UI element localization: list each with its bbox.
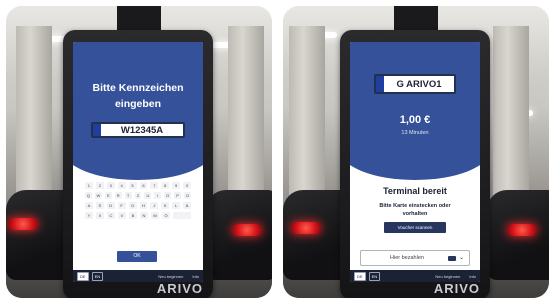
backspace-key[interactable] (173, 212, 191, 219)
parking-kiosk: Bitte Kennzeichen eingeben W12345A 12345… (63, 30, 213, 298)
keyboard-key[interactable]: Ü (184, 192, 191, 199)
keyboard-key[interactable]: G (128, 202, 137, 209)
plate-text: G ARIVO1 (396, 78, 442, 90)
screen-wave (350, 150, 480, 180)
keyboard-key[interactable]: V (118, 212, 126, 219)
keyboard-key[interactable]: L (172, 202, 181, 209)
kiosk-brand-logo: ARIVO (156, 281, 203, 296)
screen-wave (73, 150, 203, 180)
keyboard-key[interactable]: Q (85, 192, 92, 199)
keyboard-key[interactable]: X (96, 212, 104, 219)
keyboard-key[interactable]: M (151, 212, 159, 219)
eu-band-icon (376, 76, 384, 92)
instruction-line-2: vorhalten (402, 211, 428, 217)
keyboard-key[interactable]: F (117, 202, 126, 209)
keyboard-key[interactable]: N (140, 212, 148, 219)
lang-de-button[interactable]: DE (354, 271, 366, 281)
keyboard-key[interactable]: T (124, 192, 132, 199)
kiosk-screen: Bitte Kennzeichen eingeben W12345A 12345… (73, 42, 203, 282)
keyboard-key[interactable]: B (129, 212, 137, 219)
keyboard-key[interactable]: I (154, 192, 162, 199)
keyboard-key[interactable]: 7 (150, 182, 159, 189)
plate-text: W12345A (120, 124, 164, 136)
keyboard-key[interactable]: C (107, 212, 115, 219)
car-taillight (8, 218, 38, 230)
lang-en-button[interactable]: EN (91, 271, 104, 281)
keyboard-key[interactable]: 0 (183, 182, 192, 189)
keyboard-key[interactable]: 1 (84, 182, 93, 189)
scan-voucher-button[interactable]: Voucher scannen (384, 222, 446, 233)
keyboard-key[interactable]: Ö (162, 212, 170, 219)
pay-here-field[interactable]: Hier bezahlen ⌄ (360, 250, 470, 266)
eu-band-icon (93, 124, 101, 136)
info-link[interactable]: Info (192, 274, 199, 279)
keyboard-key[interactable]: Z (134, 192, 142, 199)
kiosk-brand-logo: ARIVO (433, 281, 480, 296)
parking-price: 1,00 € (399, 114, 431, 126)
restart-link[interactable]: Neu beginnen (435, 274, 460, 279)
terminal-status: Terminal bereit (383, 186, 447, 196)
restart-link[interactable]: Neu beginnen (158, 274, 183, 279)
car-taillight (291, 222, 321, 234)
lang-en-button[interactable]: EN (368, 271, 381, 281)
keyboard-key[interactable]: Ä (183, 202, 192, 209)
keyboard-key[interactable]: O (164, 192, 172, 199)
keyboard-key[interactable]: H (139, 202, 148, 209)
car-taillight (507, 224, 537, 236)
keyboard-row: ASDFGHJKLÄ (84, 202, 192, 209)
keyboard-key[interactable]: K (161, 202, 170, 209)
keyboard-key[interactable]: R (114, 192, 122, 199)
screen-header-bg (350, 42, 480, 160)
keyboard-key[interactable]: U (144, 192, 152, 199)
keyboard-key[interactable]: 4 (117, 182, 126, 189)
car-taillight (232, 224, 262, 236)
keyboard-key[interactable]: 5 (128, 182, 137, 189)
right-kiosk-photo: G ARIVO1 1,00 € 13 Minuten Terminal bere… (283, 6, 549, 298)
keyboard-key[interactable]: J (150, 202, 159, 209)
lang-de-button[interactable]: DE (77, 271, 89, 281)
license-plate-input[interactable]: W12345A (91, 122, 185, 138)
screen-title: Bitte Kennzeichen eingeben (73, 80, 203, 112)
card-icon (447, 255, 456, 261)
parking-kiosk: G ARIVO1 1,00 € 13 Minuten Terminal bere… (340, 30, 490, 298)
left-kiosk-photo: Bitte Kennzeichen eingeben W12345A 12345… (6, 6, 272, 298)
keyboard-key[interactable]: A (84, 202, 93, 209)
pay-label: Hier bezahlen (390, 255, 424, 261)
license-plate-display: G ARIVO1 (374, 74, 456, 94)
info-link[interactable]: Info (469, 274, 476, 279)
keyboard-row: YXCVBNMÖ (85, 212, 191, 219)
kiosk-screen: G ARIVO1 1,00 € 13 Minuten Terminal bere… (350, 42, 480, 282)
keyboard-key[interactable]: Y (85, 212, 93, 219)
chevron-down-icon: ⌄ (458, 255, 464, 261)
title-line-2: eingeben (114, 98, 162, 110)
parking-duration: 13 Minuten (401, 130, 429, 136)
keyboard-key[interactable]: W (94, 192, 102, 199)
keyboard-key[interactable]: 9 (172, 182, 181, 189)
ok-button[interactable]: OK (117, 251, 157, 262)
title-line-1: Bitte Kennzeichen (92, 82, 184, 94)
instruction-line-1: Bitte Karte einstecken oder (379, 203, 451, 209)
keyboard-key[interactable]: 6 (139, 182, 148, 189)
on-screen-keyboard: 1234567890 QWERTZUIOPÜ ASDFGHJKLÄ YXCVBN… (84, 182, 192, 222)
keyboard-key[interactable]: 3 (106, 182, 115, 189)
keyboard-row: 1234567890 (84, 182, 192, 189)
keyboard-key[interactable]: 2 (95, 182, 104, 189)
keyboard-key[interactable]: P (174, 192, 182, 199)
keyboard-row: QWERTZUIOPÜ (85, 192, 191, 199)
keyboard-key[interactable]: D (106, 202, 115, 209)
terminal-instruction: Bitte Karte einstecken oder vorhalten (350, 202, 480, 218)
keyboard-key[interactable]: S (95, 202, 104, 209)
keyboard-key[interactable]: 8 (161, 182, 170, 189)
keyboard-key[interactable]: E (104, 192, 112, 199)
